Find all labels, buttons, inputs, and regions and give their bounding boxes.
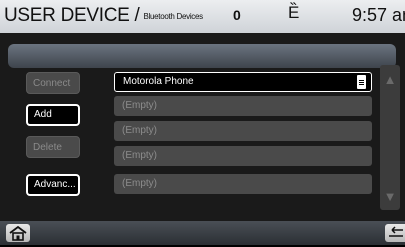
scrollbar[interactable]: ▲ ▼ bbox=[380, 65, 400, 210]
back-button[interactable] bbox=[385, 224, 405, 242]
advanced-button[interactable]: Advanc... bbox=[26, 174, 80, 196]
content-area: Connect Add Delete Advanc... Motorola Ph… bbox=[0, 33, 405, 221]
page-title: USER DEVICE / Bluetooth Devices bbox=[4, 5, 203, 27]
home-button[interactable] bbox=[6, 224, 30, 242]
device-list-item[interactable]: Motorola Phone bbox=[114, 72, 372, 92]
page-title-text: USER DEVICE / bbox=[4, 5, 140, 26]
delete-button[interactable]: Delete bbox=[26, 136, 80, 158]
connect-button[interactable]: Connect bbox=[26, 72, 80, 94]
device-label: Motorola Phone bbox=[123, 76, 194, 87]
device-list-item[interactable]: (Empty) bbox=[114, 174, 372, 194]
back-arrow-icon bbox=[389, 226, 403, 237]
page-subtitle: Bluetooth Devices bbox=[143, 12, 203, 21]
scroll-up-icon[interactable]: ▲ bbox=[380, 68, 400, 90]
device-list-item[interactable]: (Empty) bbox=[114, 96, 372, 116]
phone-icon bbox=[357, 75, 366, 89]
device-count: 0 bbox=[233, 7, 241, 23]
scroll-down-icon[interactable]: ▼ bbox=[380, 185, 400, 207]
title-bar: USER DEVICE / Bluetooth Devices 0 Ȅ 9:57 … bbox=[0, 0, 405, 33]
home-icon bbox=[9, 225, 27, 241]
device-list-item[interactable]: (Empty) bbox=[114, 121, 372, 141]
add-button[interactable]: Add bbox=[26, 104, 80, 126]
bottom-bar bbox=[0, 221, 405, 245]
clock: 9:57 am bbox=[352, 5, 405, 25]
device-list-item[interactable]: (Empty) bbox=[114, 146, 372, 166]
status-indicator-icon: Ȅ bbox=[288, 3, 300, 22]
top-strip bbox=[8, 44, 396, 68]
